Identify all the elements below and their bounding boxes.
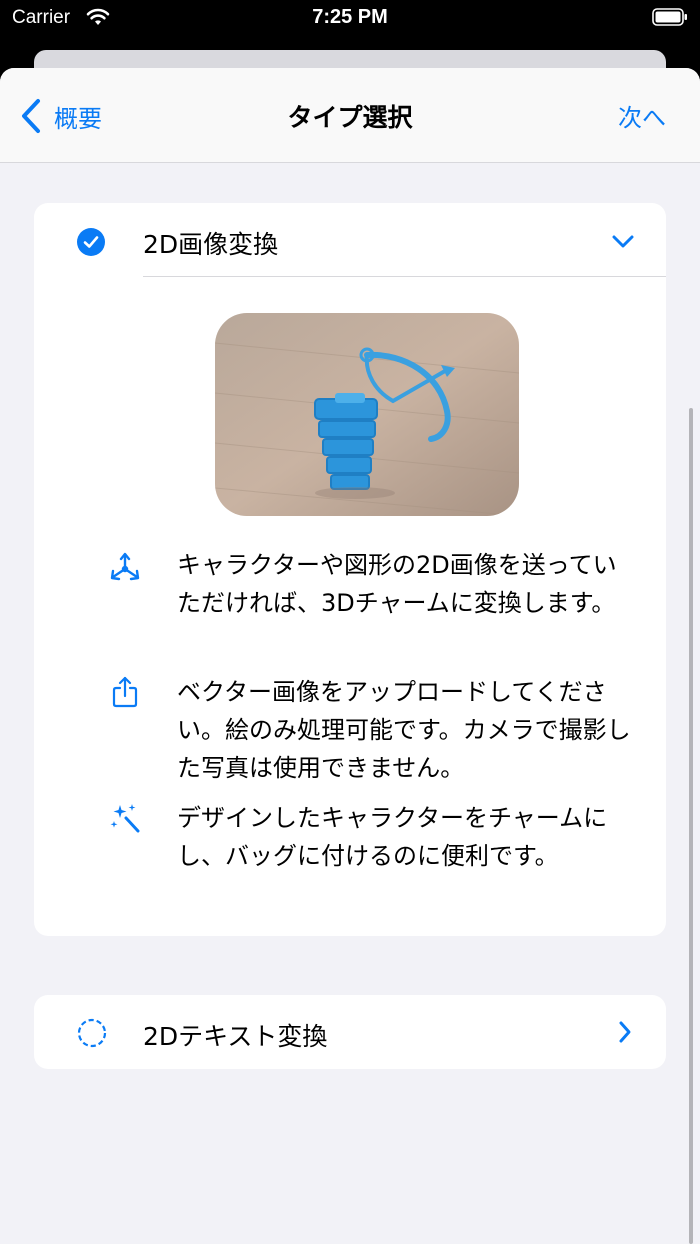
battery-icon bbox=[652, 8, 687, 26]
page-title: タイプ選択 bbox=[287, 103, 413, 132]
option-row-2d-image[interactable]: 2D画像変換 bbox=[34, 203, 666, 277]
divider bbox=[143, 276, 666, 277]
sparkles-wand-icon bbox=[110, 804, 140, 833]
share-upload-icon bbox=[112, 676, 138, 708]
status-bar: Carrier 7:25 PM bbox=[0, 0, 700, 40]
option-title: 2D画像変換 bbox=[143, 230, 279, 259]
option-title: 2Dテキスト変換 bbox=[143, 1022, 328, 1051]
feature-text: ベクター画像をアップロードしてください。絵のみ処理可能です。カメラで撮影した写真… bbox=[177, 678, 631, 782]
scroll-indicator[interactable] bbox=[689, 408, 693, 1244]
checkmark-circle-icon bbox=[77, 228, 105, 256]
option-card-2d-text[interactable]: 2Dテキスト変換 bbox=[34, 995, 666, 1069]
navigation-bar: 概要 タイプ選択 次へ bbox=[0, 68, 700, 163]
type-selection-sheet: 概要 タイプ選択 次へ 2D画像変換 キャラクターや図形の2D画像を送っていただ… bbox=[0, 68, 700, 1244]
option-card-2d-image: 2D画像変換 キャラクターや図形の2D画像を送っていただければ、3Dチャームに変… bbox=[34, 203, 666, 936]
3d-axes-icon bbox=[110, 552, 140, 581]
status-time: 7:25 PM bbox=[312, 6, 388, 28]
feature-text: デザインしたキャラクターをチャームにし、バッグに付けるのに便利です。 bbox=[177, 804, 608, 870]
chevron-down-icon bbox=[612, 235, 634, 248]
charm-preview-image bbox=[215, 313, 519, 516]
next-button[interactable]: 次へ bbox=[618, 98, 666, 133]
chevron-right-icon bbox=[619, 1021, 631, 1043]
feature-text: キャラクターや図形の2D画像を送っていただければ、3Dチャームに変換します。 bbox=[177, 551, 617, 617]
dashed-circle-icon bbox=[77, 1018, 107, 1048]
